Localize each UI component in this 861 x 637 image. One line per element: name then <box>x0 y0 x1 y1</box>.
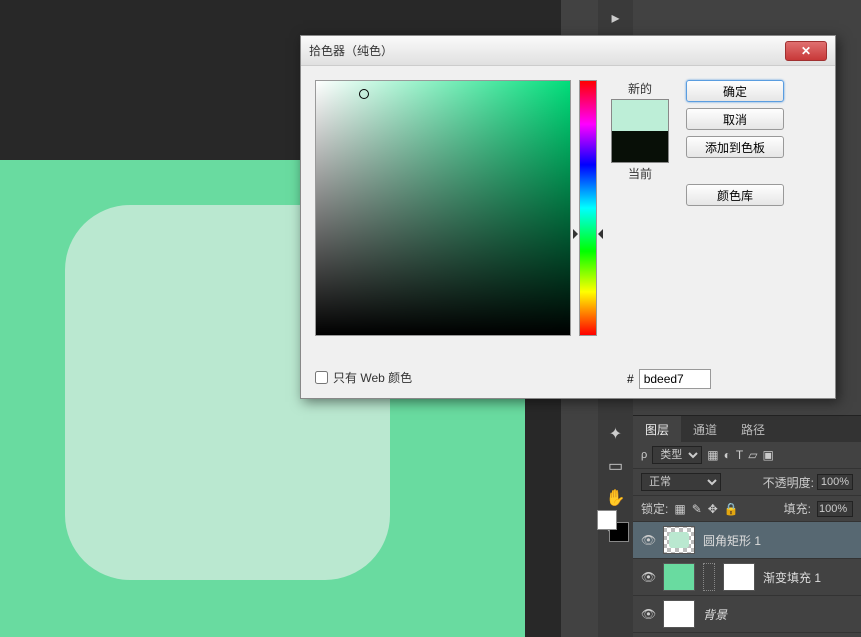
lock-pixel-icon[interactable]: ✎ <box>692 502 702 516</box>
mask-link-icon[interactable] <box>703 563 715 591</box>
fill-input[interactable] <box>817 501 853 517</box>
web-colors-only[interactable]: 只有 Web 颜色 <box>315 369 412 386</box>
layer-thumbnail[interactable] <box>663 600 695 628</box>
lock-transparent-icon[interactable]: ▦ <box>674 502 685 516</box>
fg-bg-swatches[interactable] <box>597 510 629 542</box>
dialog-titlebar[interactable]: 拾色器（纯色） ✕ <box>301 36 835 66</box>
color-libraries-button[interactable]: 颜色库 <box>686 184 784 206</box>
layer-kind-select[interactable]: 类型 <box>652 446 702 464</box>
color-picker-dialog: 拾色器（纯色） ✕ 新的 当前 ! 确定 取消 添加到色板 <box>300 35 836 399</box>
opacity-label: 不透明度: <box>763 474 814 491</box>
lock-label: 锁定: <box>641 500 668 517</box>
hex-hash-label: # <box>627 372 634 386</box>
layer-name: 圆角矩形 1 <box>703 532 761 549</box>
web-only-checkbox[interactable] <box>315 371 328 384</box>
add-to-swatches-button[interactable]: 添加到色板 <box>686 136 784 158</box>
move-tool-icon[interactable]: ▸ <box>598 2 633 34</box>
opacity-input[interactable] <box>817 474 853 490</box>
filter-type-icon[interactable]: T <box>736 448 743 462</box>
layer-rounded-rect[interactable]: 👁 圆角矩形 1 <box>633 522 861 559</box>
layer-thumbnail[interactable] <box>663 526 695 554</box>
blend-opacity-row: 正常 不透明度: <box>633 469 861 496</box>
hue-slider[interactable] <box>579 80 597 336</box>
mask-thumbnail[interactable] <box>723 563 755 591</box>
tab-layers[interactable]: 图层 <box>633 416 681 442</box>
fill-label: 填充: <box>784 500 811 517</box>
new-color-swatch[interactable] <box>612 100 668 131</box>
color-preview-swatch <box>611 99 669 163</box>
layer-name: 渐变填充 1 <box>763 569 821 586</box>
layer-name: 背景 <box>703 606 727 623</box>
filter-pixel-icon[interactable]: ▦ <box>707 448 718 462</box>
tab-channels[interactable]: 通道 <box>681 416 729 442</box>
foreground-color-swatch[interactable] <box>597 510 617 530</box>
saturation-value-field[interactable] <box>315 80 571 336</box>
layer-gradient-fill[interactable]: 👁 渐变填充 1 <box>633 559 861 596</box>
close-button[interactable]: ✕ <box>785 41 827 61</box>
ok-button[interactable]: 确定 <box>686 80 784 102</box>
panel-tabs: 图层 通道 路径 <box>633 416 861 442</box>
hex-input[interactable] <box>639 369 711 389</box>
layer-thumbnail[interactable] <box>663 563 695 591</box>
filter-shape-icon[interactable]: ▱ <box>748 448 757 462</box>
cancel-button[interactable]: 取消 <box>686 108 784 130</box>
filter-smart-icon[interactable]: ▣ <box>762 448 773 462</box>
visibility-toggle-icon[interactable]: 👁 <box>641 533 655 547</box>
layer-filter-row: ρ 类型 ▦ ◐ T ▱ ▣ <box>633 442 861 469</box>
layer-background[interactable]: 👁 背景 <box>633 596 861 633</box>
sv-cursor-icon <box>359 89 369 99</box>
assist-tool-icon[interactable]: ✦ <box>598 418 633 450</box>
dialog-title: 拾色器（纯色） <box>309 42 785 59</box>
hex-row: # <box>627 369 711 389</box>
filter-adjust-icon[interactable]: ◐ <box>724 448 731 462</box>
current-color-label: 当前 <box>628 165 652 182</box>
current-color-swatch[interactable] <box>612 131 668 162</box>
blend-mode-select[interactable]: 正常 <box>641 473 721 491</box>
lock-all-icon[interactable]: 🔒 <box>724 502 739 516</box>
layers-panel: 图层 通道 路径 ρ 类型 ▦ ◐ T ▱ ▣ 正常 不透明度: 锁定: ▦ ✎… <box>633 415 861 633</box>
tab-paths[interactable]: 路径 <box>729 416 777 442</box>
lock-fill-row: 锁定: ▦ ✎ ✥ 🔒 填充: <box>633 496 861 522</box>
visibility-toggle-icon[interactable]: 👁 <box>641 570 655 584</box>
pan-tool-icon[interactable]: ▭ <box>598 450 633 482</box>
visibility-toggle-icon[interactable]: 👁 <box>641 607 655 621</box>
lock-position-icon[interactable]: ✥ <box>708 502 718 516</box>
new-color-label: 新的 <box>628 80 652 97</box>
